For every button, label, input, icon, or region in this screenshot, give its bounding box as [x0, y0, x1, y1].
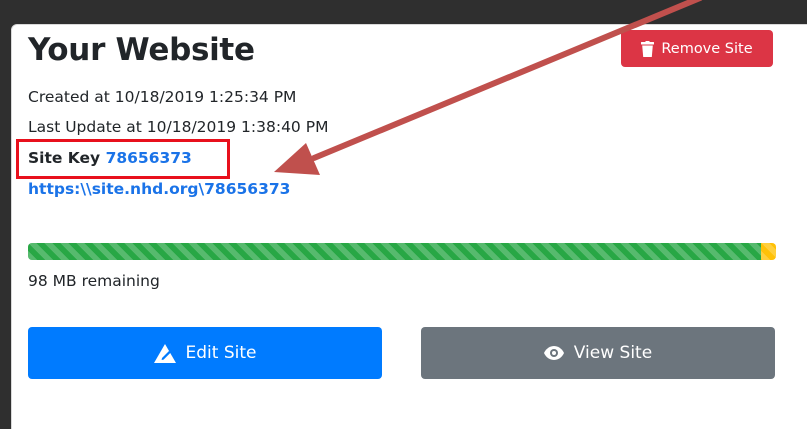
updated-timestamp: Last Update at 10/18/2019 1:38:40 PM [28, 118, 329, 136]
view-site-button[interactable]: View Site [421, 327, 775, 379]
edit-site-icon [153, 343, 176, 363]
edit-site-label: Edit Site [185, 343, 257, 363]
storage-progress-bar [28, 243, 776, 260]
trash-icon [641, 40, 655, 57]
edit-site-button[interactable]: Edit Site [28, 327, 382, 379]
storage-remaining-text: 98 MB remaining [28, 272, 160, 290]
page-title: Your Website [28, 32, 255, 68]
site-key-highlight-box [16, 139, 230, 179]
created-timestamp: Created at 10/18/2019 1:25:34 PM [28, 88, 297, 106]
site-url-link[interactable]: https:\\site.nhd.org\78656373 [28, 180, 290, 198]
remove-site-button[interactable]: Remove Site [621, 30, 773, 67]
storage-warning-fill [761, 243, 776, 260]
storage-used-fill [28, 243, 762, 260]
remove-site-label: Remove Site [661, 40, 753, 57]
eye-icon [543, 346, 564, 360]
view-site-label: View Site [573, 343, 653, 363]
